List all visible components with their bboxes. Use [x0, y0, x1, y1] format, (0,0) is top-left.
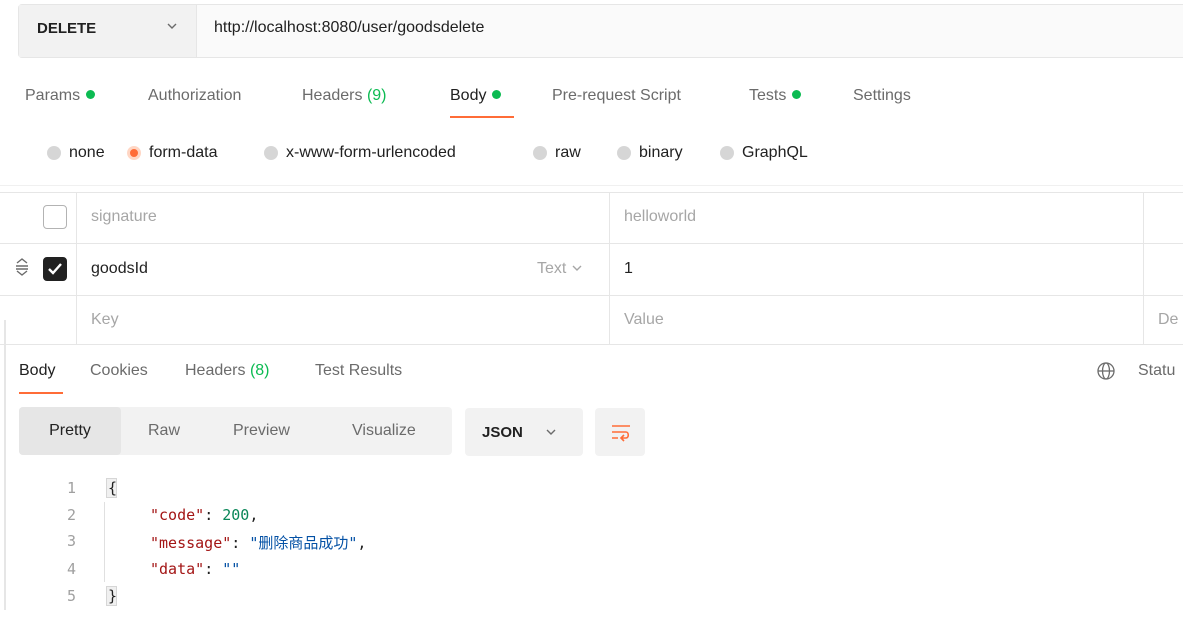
line-number: 5 — [66, 587, 76, 605]
radio-form-data[interactable]: form-data — [127, 144, 217, 162]
format-raw-button[interactable]: Raw — [148, 407, 180, 455]
radio-circle — [617, 146, 631, 160]
url-input[interactable]: http://localhost:8080/user/goodsdelete — [214, 19, 484, 37]
column-divider — [76, 192, 77, 344]
tab-params[interactable]: Params — [25, 87, 96, 105]
radio-circle — [47, 146, 61, 160]
param-type-label: Text — [537, 260, 567, 277]
checkmark-icon — [48, 263, 62, 275]
radio-raw-label: raw — [555, 144, 581, 161]
row-checkbox[interactable] — [43, 205, 67, 229]
radio-none-label: none — [69, 144, 105, 161]
json-number: 200 — [222, 506, 250, 524]
indent-guide — [104, 502, 105, 582]
body-indicator-dot — [492, 90, 502, 99]
radio-graphql-label: GraphQL — [742, 144, 808, 161]
response-status-label: Statu — [1138, 362, 1176, 379]
tab-authorization[interactable]: Authorization — [148, 87, 241, 105]
wrap-lines-icon — [610, 422, 632, 447]
key-placeholder[interactable]: Key — [91, 311, 119, 329]
column-divider — [609, 192, 610, 344]
json-string: "" — [222, 560, 241, 578]
row-divider — [0, 295, 1183, 296]
param-key[interactable]: goodsId — [91, 260, 148, 278]
chevron-down-icon — [572, 265, 582, 271]
json-key: "message" — [150, 534, 232, 552]
row-checkbox-checked[interactable] — [43, 257, 67, 281]
method-label: DELETE — [37, 20, 97, 37]
json-line-message: "message": "删除商品成功", — [150, 534, 367, 552]
chevron-down-icon[interactable] — [166, 20, 178, 35]
table-header-border — [0, 192, 1183, 193]
pane-resize-handle[interactable] — [4, 320, 6, 610]
headers-count: (9) — [366, 87, 387, 104]
row-divider — [0, 243, 1183, 244]
active-tab-underline — [450, 116, 514, 118]
json-key: "code" — [150, 506, 205, 524]
params-indicator-dot — [86, 90, 96, 99]
line-number: 2 — [66, 506, 76, 524]
tab-headers[interactable]: Headers (9) — [302, 87, 387, 105]
radio-circle — [264, 146, 278, 160]
response-tab-body[interactable]: Body — [19, 362, 55, 380]
radio-binary[interactable]: binary — [617, 144, 683, 162]
line-number: 1 — [66, 479, 76, 497]
radio-graphql[interactable]: GraphQL — [720, 144, 808, 162]
param-value[interactable]: 1 — [624, 260, 633, 278]
tab-body-label: Body — [450, 87, 487, 104]
radio-circle — [720, 146, 734, 160]
json-line-code: "code": 200, — [150, 506, 259, 524]
line-number: 4 — [66, 560, 76, 578]
response-tab-test-results[interactable]: Test Results — [315, 362, 402, 380]
chevron-down-icon — [545, 425, 557, 442]
tab-params-label: Params — [25, 87, 81, 104]
format-visualize-button[interactable]: Visualize — [352, 407, 416, 455]
format-pretty-button[interactable]: Pretty — [19, 407, 121, 455]
table-top-border — [0, 185, 1183, 186]
response-active-underline — [19, 392, 63, 394]
column-divider — [1143, 192, 1144, 344]
value-placeholder[interactable]: Value — [624, 311, 664, 329]
param-key[interactable]: signature — [91, 208, 157, 226]
description-placeholder[interactable]: De — [1158, 311, 1178, 329]
radio-urlencoded-label: x-www-form-urlencoded — [286, 144, 456, 161]
json-line-data: "data": "" — [150, 560, 241, 578]
radio-circle — [533, 146, 547, 160]
param-value[interactable]: helloworld — [624, 208, 696, 226]
tab-pre-request-script[interactable]: Pre-request Script — [552, 87, 681, 105]
tab-headers-label: Headers — [302, 87, 363, 104]
wrap-lines-button[interactable] — [595, 408, 645, 456]
line-number: 3 — [66, 532, 76, 550]
json-open-brace: { — [108, 479, 118, 497]
response-tab-headers-label: Headers — [185, 362, 246, 379]
radio-form-data-label: form-data — [149, 144, 218, 161]
tab-settings[interactable]: Settings — [853, 87, 911, 105]
radio-binary-label: binary — [639, 144, 683, 161]
radio-x-www-form-urlencoded[interactable]: x-www-form-urlencoded — [264, 144, 456, 162]
drag-handle-icon[interactable] — [14, 258, 30, 281]
tab-tests[interactable]: Tests — [749, 87, 802, 105]
language-label: JSON — [482, 424, 523, 441]
tab-tests-label: Tests — [749, 87, 787, 104]
response-tab-headers[interactable]: Headers (8) — [185, 362, 270, 380]
response-tab-cookies[interactable]: Cookies — [90, 362, 148, 380]
param-type-select[interactable]: Text — [537, 260, 583, 278]
tests-indicator-dot — [792, 90, 802, 99]
json-close-brace: } — [108, 587, 118, 605]
radio-circle-selected — [127, 146, 141, 160]
table-bottom-border — [0, 344, 1183, 345]
globe-icon[interactable] — [1096, 361, 1116, 386]
language-select[interactable]: JSON — [465, 408, 583, 456]
radio-raw[interactable]: raw — [533, 144, 581, 162]
json-string: "删除商品成功" — [249, 534, 358, 552]
response-headers-count: (8) — [249, 362, 270, 379]
json-key: "data" — [150, 560, 205, 578]
radio-none[interactable]: none — [47, 144, 105, 162]
tab-body[interactable]: Body — [450, 87, 502, 105]
format-preview-button[interactable]: Preview — [233, 407, 290, 455]
